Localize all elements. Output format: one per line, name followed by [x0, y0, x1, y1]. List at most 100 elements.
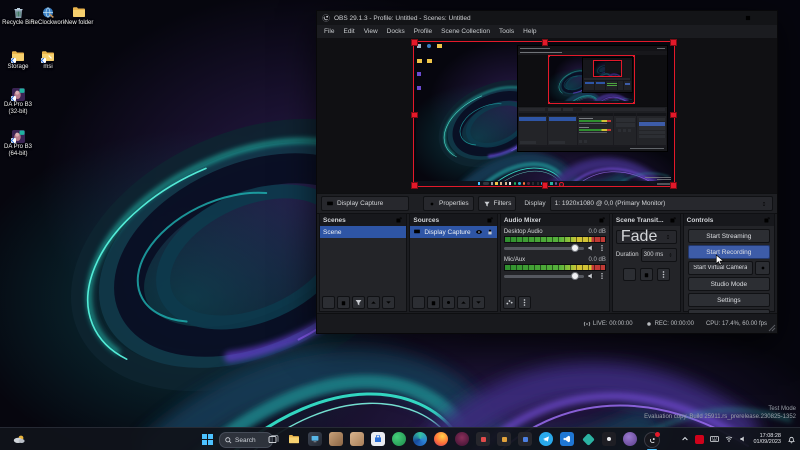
add-transition-button[interactable] [623, 268, 636, 281]
tray-chevron-icon[interactable] [681, 435, 689, 443]
start-button[interactable] [200, 432, 214, 446]
popout-icon[interactable] [395, 216, 403, 224]
resize-handle-bottom-center[interactable] [542, 182, 549, 189]
display-select[interactable]: 1: 1920x1080 @ 0,0 (Primary Monitor) [550, 196, 773, 211]
preview-desktop-icon [437, 44, 442, 48]
pinned-app-icon[interactable] [392, 432, 406, 446]
maximize-button[interactable] [740, 13, 755, 24]
add-source-button[interactable] [412, 296, 425, 309]
source-down-button[interactable] [472, 296, 485, 309]
studio-mode-button[interactable]: Studio Mode [688, 277, 770, 291]
desktop-icon-dapro-32[interactable]: DA Pro B3 (32-bit) [0, 88, 36, 116]
source-list-item[interactable]: Display Capture [410, 226, 496, 238]
preview-canvas-source[interactable] [414, 42, 674, 186]
advanced-audio-button[interactable] [503, 296, 516, 309]
lock-icon[interactable] [486, 228, 494, 236]
desktop-icon-new-folder[interactable]: New folder [61, 6, 97, 27]
start-recording-button[interactable]: Start Recording [688, 245, 770, 259]
menu-scene-collection[interactable]: Scene Collection [441, 28, 490, 35]
popout-icon[interactable] [598, 216, 606, 224]
virtual-camera-config-button[interactable] [755, 261, 770, 275]
telegram-icon[interactable] [539, 432, 553, 446]
popout-icon[interactable] [669, 216, 677, 224]
settings-button[interactable]: Settings [688, 293, 770, 307]
menu-edit[interactable]: Edit [343, 28, 354, 35]
duration-spinbox[interactable]: 300 ms [641, 248, 677, 262]
menu-docks[interactable]: Docks [387, 28, 405, 35]
start-streaming-button[interactable]: Start Streaming [688, 229, 770, 243]
duration-label: Duration [616, 252, 639, 258]
popout-icon[interactable] [763, 216, 771, 224]
visibility-eye-icon[interactable] [475, 228, 483, 236]
notification-bell-icon[interactable] [787, 435, 796, 444]
properties-button[interactable]: Properties [423, 196, 474, 211]
scene-filters-button[interactable] [352, 296, 365, 309]
pinned-app-icon[interactable] [518, 432, 532, 446]
source-properties-button[interactable] [442, 296, 455, 309]
weather-widget-icon[interactable] [12, 432, 26, 446]
resize-handle-top-right[interactable] [670, 39, 677, 46]
search-box[interactable]: Search [219, 432, 273, 448]
volume-slider[interactable] [504, 247, 584, 250]
clock[interactable]: 17:08:28 01/09/2023 [753, 433, 781, 446]
obs-taskbar-icon[interactable] [644, 432, 660, 448]
resize-handle-top-center[interactable] [542, 39, 549, 46]
transition-menu-button[interactable] [657, 268, 670, 281]
tray-app-icon[interactable] [695, 435, 704, 444]
resize-handle-mid-right[interactable] [670, 112, 677, 119]
resize-handle-mid-left[interactable] [411, 112, 418, 119]
remove-source-button[interactable] [427, 296, 440, 309]
edge-browser-icon[interactable] [413, 432, 427, 446]
mixer-menu-button[interactable] [518, 296, 531, 309]
resize-grip[interactable] [768, 324, 776, 332]
preview-desktop-icon [417, 59, 422, 63]
menu-profile[interactable]: Profile [414, 28, 432, 35]
resize-handle-top-left[interactable] [411, 39, 418, 46]
menu-help[interactable]: Help [523, 28, 536, 35]
channel-menu-icon[interactable] [598, 244, 606, 252]
speaker-icon[interactable] [587, 272, 595, 280]
pinned-app-icon[interactable] [602, 432, 616, 446]
volume-slider[interactable] [504, 275, 584, 278]
pinned-app-icon[interactable] [476, 432, 490, 446]
volume-icon[interactable] [739, 435, 747, 443]
speaker-icon[interactable] [587, 244, 595, 252]
pinned-app-icon[interactable] [329, 432, 343, 446]
source-up-button[interactable] [457, 296, 470, 309]
scene-list-item[interactable]: Scene [320, 226, 406, 238]
firefox-browser-icon[interactable] [434, 432, 448, 446]
network-icon[interactable] [725, 435, 733, 443]
vscode-icon[interactable] [560, 432, 574, 446]
close-button[interactable] [757, 13, 772, 24]
pinned-app-icon[interactable] [308, 432, 322, 446]
desktop-icon-dapro-64[interactable]: DA Pro B3 (64-bit) [0, 130, 36, 158]
pinned-app-icon[interactable] [581, 432, 595, 446]
mixer-body: Desktop Audio 0.0 dB Mic/Aux 0.0 dB [501, 226, 609, 311]
task-view-icon[interactable] [266, 432, 280, 446]
scene-down-button[interactable] [382, 296, 395, 309]
touch-keyboard-icon[interactable] [710, 435, 719, 443]
transition-select[interactable]: Fade [616, 230, 677, 244]
add-scene-button[interactable] [322, 296, 335, 309]
minimize-button[interactable] [723, 13, 738, 24]
desktop-icon-msi[interactable]: msi [30, 50, 66, 71]
pinned-app-icon[interactable] [497, 432, 511, 446]
menu-file[interactable]: File [324, 28, 334, 35]
obs-titlebar[interactable]: OBS 29.1.3 - Profile: Untitled - Scenes:… [317, 11, 777, 25]
popout-icon[interactable] [486, 216, 494, 224]
resize-handle-bottom-right[interactable] [670, 182, 677, 189]
menu-view[interactable]: View [364, 28, 378, 35]
pinned-app-icon[interactable] [350, 432, 364, 446]
remove-scene-button[interactable] [337, 296, 350, 309]
obs-preview-area [317, 38, 777, 193]
github-desktop-icon[interactable] [623, 432, 637, 446]
file-explorer-icon[interactable] [287, 432, 301, 446]
microsoft-store-icon[interactable] [371, 432, 385, 446]
scene-up-button[interactable] [367, 296, 380, 309]
filters-button[interactable]: Filters [478, 196, 517, 211]
browser-icon[interactable] [455, 432, 469, 446]
resize-handle-bottom-left[interactable] [411, 182, 418, 189]
remove-transition-button[interactable] [640, 268, 653, 281]
channel-menu-icon[interactable] [598, 272, 606, 280]
menu-tools[interactable]: Tools [499, 28, 514, 35]
